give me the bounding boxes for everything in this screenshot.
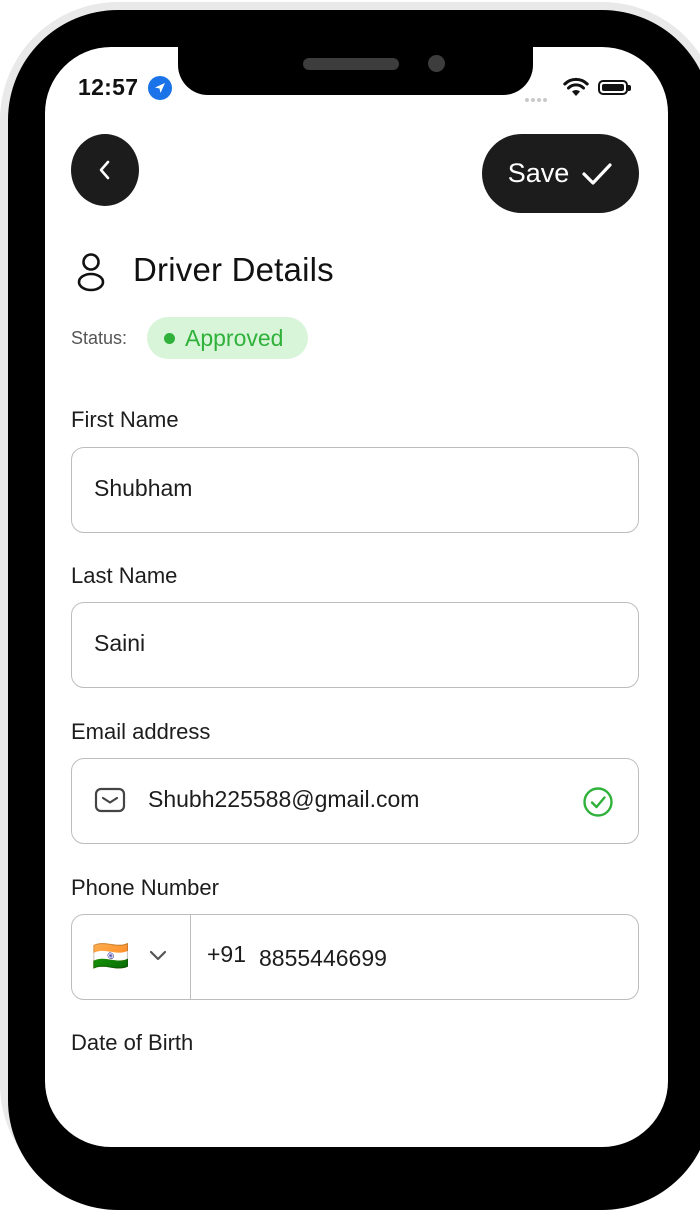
status-dot — [164, 332, 175, 344]
first-name-label: First Name — [71, 407, 179, 432]
chevron-down-icon — [149, 950, 167, 961]
save-button-label: Save — [507, 158, 570, 188]
verified-check-icon — [583, 787, 613, 817]
location-arrow-icon — [148, 76, 172, 100]
first-name-field[interactable]: Shubham — [71, 447, 639, 533]
phone-field[interactable]: 🇮🇳 +91 8855446699 — [71, 914, 639, 1000]
status-time: 12:57 — [78, 74, 139, 100]
email-value: Shubh225588@gmail.com — [148, 786, 420, 812]
device-notch — [178, 47, 533, 95]
battery-icon — [598, 80, 631, 95]
person-icon — [77, 253, 105, 292]
mail-icon — [94, 787, 126, 813]
page-title: Driver Details — [133, 251, 334, 288]
last-name-field[interactable]: Saini — [71, 602, 639, 688]
checkmark-icon — [582, 162, 612, 185]
first-name-value: Shubham — [94, 475, 193, 501]
save-button[interactable]: Save — [482, 134, 639, 213]
status-label: Status: — [71, 328, 128, 348]
phone-label: Phone Number — [71, 875, 219, 900]
dob-label: Date of Birth — [71, 1030, 194, 1055]
phone-number-value: 8855446699 — [259, 945, 387, 971]
last-name-label: Last Name — [71, 563, 178, 588]
wifi-icon — [563, 77, 589, 96]
phone-country-code: +91 — [207, 941, 247, 967]
front-camera — [428, 55, 445, 72]
email-label: Email address — [71, 719, 211, 744]
status-icons — [525, 77, 635, 102]
india-flag: 🇮🇳 — [92, 940, 130, 973]
app-screen: 12:57 Save Driver Details Status: Approv… — [45, 47, 668, 1147]
signal-icon — [525, 89, 549, 107]
status-badge: Approved — [147, 317, 308, 359]
last-name-value: Saini — [94, 630, 146, 656]
email-field[interactable]: Shubh225588@gmail.com — [71, 758, 639, 844]
back-button[interactable] — [71, 134, 139, 206]
back-chevron-icon — [99, 160, 110, 180]
country-code-selector[interactable]: 🇮🇳 — [72, 915, 191, 999]
speaker-grill — [303, 58, 399, 70]
status-badge-text: Approved — [185, 324, 284, 351]
